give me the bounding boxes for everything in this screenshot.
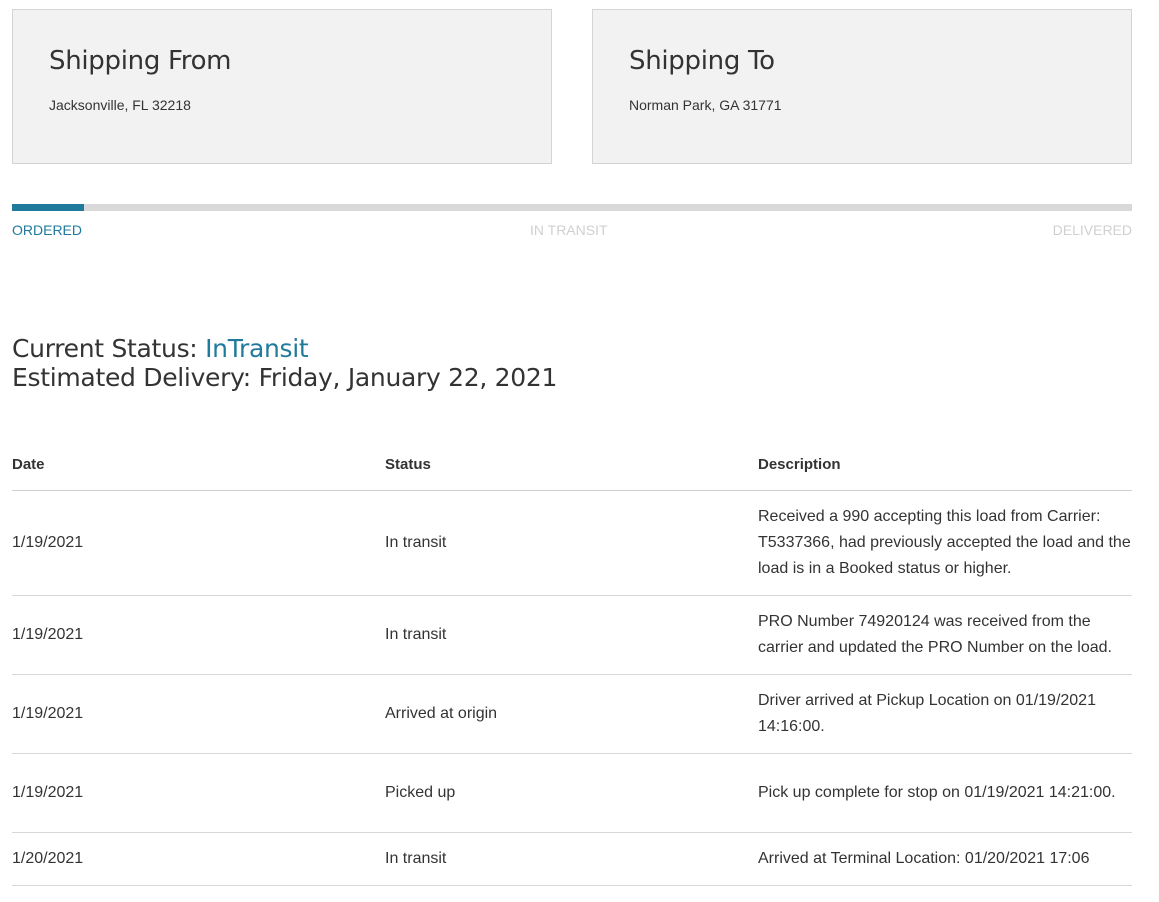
current-status-value: InTransit [205, 334, 309, 363]
table-row: 1/19/2021 Picked up Pick up complete for… [12, 754, 1132, 833]
step-delivered: DELIVERED [1052, 222, 1132, 238]
row-date: 1/20/2021 [12, 850, 84, 867]
header-description: Description [758, 456, 841, 473]
shipping-from-title: Shipping From [49, 46, 232, 76]
row-description: Pick up complete for stop on 01/19/2021 … [758, 784, 1116, 801]
shipping-to-card: Shipping To Norman Park, GA 31771 [592, 9, 1132, 164]
header-status: Status [385, 456, 431, 473]
estimated-delivery: Estimated Delivery: Friday, January 22, … [12, 363, 557, 392]
step-in-transit: IN TRANSIT [530, 222, 608, 238]
row-status: Picked up [385, 784, 456, 801]
estimated-delivery-value: Friday, January 22, 2021 [258, 363, 558, 392]
step-ordered: ORDERED [12, 222, 83, 238]
shipping-from-card: Shipping From Jacksonville, FL 32218 [12, 9, 552, 164]
shipping-to-address: Norman Park, GA 31771 [629, 97, 782, 113]
shipment-progress-bar [12, 204, 1132, 211]
row-date: 1/19/2021 [12, 784, 84, 801]
row-description: Driver arrived at Pickup Location on 01/… [758, 692, 1096, 735]
row-status: Arrived at origin [385, 705, 498, 722]
row-status: In transit [385, 534, 447, 551]
tracking-history-table: Date Status Description 1/19/2021 In tra… [12, 444, 1132, 886]
shipping-to-title: Shipping To [629, 46, 775, 76]
row-description: PRO Number 74920124 was received from th… [758, 613, 1112, 656]
header-date: Date [12, 456, 45, 473]
row-date: 1/19/2021 [12, 534, 84, 551]
table-row: 1/20/2021 In transit Arrived at Terminal… [12, 833, 1132, 886]
row-description: Arrived at Terminal Location: 01/20/2021… [758, 850, 1090, 867]
table-row: 1/19/2021 In transit Received a 990 acce… [12, 491, 1132, 596]
table-header: Date Status Description [12, 444, 1132, 491]
status-summary: Current Status: InTransit Estimated Deli… [12, 334, 557, 392]
shipping-from-address: Jacksonville, FL 32218 [49, 97, 191, 113]
row-date: 1/19/2021 [12, 626, 84, 643]
estimated-delivery-label: Estimated Delivery: [12, 363, 259, 392]
row-status: In transit [385, 850, 447, 867]
row-status: In transit [385, 626, 447, 643]
table-row: 1/19/2021 Arrived at origin Driver arriv… [12, 675, 1132, 754]
row-description: Received a 990 accepting this load from … [758, 508, 1131, 577]
shipment-progress-fill [12, 204, 84, 211]
current-status-label: Current Status: [12, 334, 206, 363]
row-date: 1/19/2021 [12, 705, 84, 722]
current-status: Current Status: InTransit [12, 334, 557, 363]
table-row: 1/19/2021 In transit PRO Number 74920124… [12, 596, 1132, 675]
